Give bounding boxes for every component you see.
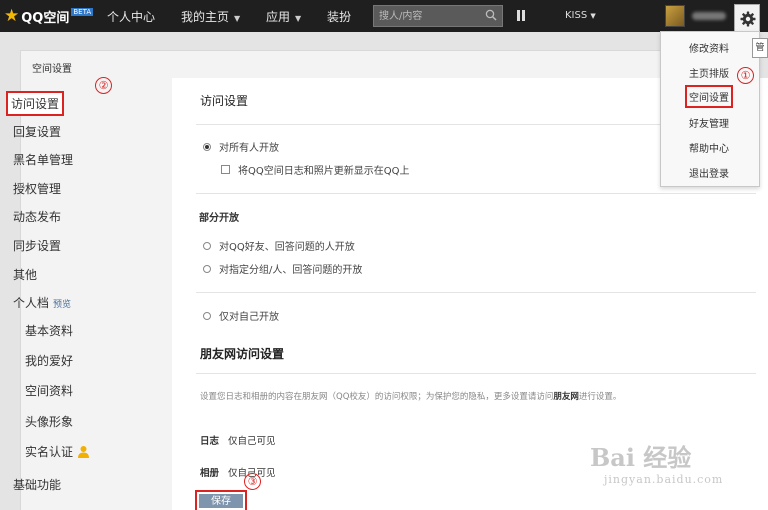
- realname-label: 实名认证: [25, 445, 74, 459]
- sidebar-item-blacklist[interactable]: 黑名单管理: [13, 151, 73, 168]
- log-visibility: 日志 仅自己可见: [200, 433, 276, 447]
- pause-icon[interactable]: [517, 10, 525, 21]
- settings-dropdown-menu: 修改资料 主页排版 空间设置 好友管理 帮助中心 退出登录: [660, 31, 760, 187]
- radio-self-only-label: 仅对自己开放: [219, 312, 279, 323]
- checkbox-icon: [221, 165, 230, 174]
- breadcrumb: 空间设置: [32, 64, 72, 75]
- sidebar-item-realname[interactable]: 实名认证: [25, 443, 90, 460]
- friend-network-title: 朋友网访问设置: [200, 347, 285, 361]
- logo-text: QQ空间: [21, 10, 70, 26]
- nav-my-homepage[interactable]: 我的主页 ▼: [181, 8, 240, 25]
- radio-self-only[interactable]: 仅对自己开放: [203, 308, 279, 323]
- music-player-label[interactable]: KISS ▼: [565, 10, 596, 21]
- profile-preview-link[interactable]: 预览: [53, 300, 71, 310]
- radio-icon: [203, 311, 211, 320]
- radio-open-groups[interactable]: 对指定分组/人、回答问题的开放: [203, 261, 362, 276]
- step-marker-1: ①: [737, 67, 754, 84]
- sync-qq-checkbox-label: 将QQ空间日志和照片更新显示在QQ上: [238, 166, 410, 177]
- avatar[interactable]: [665, 5, 685, 27]
- kiss-label: KISS: [565, 10, 588, 21]
- blurred-username[interactable]: [692, 12, 726, 20]
- log-label: 日志: [200, 436, 220, 447]
- friend-network-description: 设置您日志和相册的内容在朋友网（QQ校友）的访问权限；为保护您的隐私，更多设置请…: [200, 390, 621, 402]
- sidebar-item-avatar-image[interactable]: 头像形象: [25, 413, 73, 430]
- menu-item-help-center[interactable]: 帮助中心: [689, 140, 729, 155]
- menu-item-friend-management[interactable]: 好友管理: [689, 115, 729, 130]
- step-marker-2: ②: [95, 77, 112, 94]
- search-box: [373, 5, 503, 27]
- nav-personal-center[interactable]: 个人中心: [107, 8, 155, 25]
- description-suffix: 进行设置。: [578, 392, 622, 402]
- manage-tab[interactable]: 管: [752, 38, 768, 58]
- sidebar-item-other[interactable]: 其他: [13, 266, 37, 283]
- log-value[interactable]: 仅自己可见: [228, 436, 276, 447]
- save-button-label: 保存: [199, 494, 243, 508]
- step-marker-3: ③: [244, 473, 261, 490]
- album-visibility: 相册 仅自己可见: [200, 465, 276, 479]
- nav-apps[interactable]: 应用 ▼: [266, 8, 301, 25]
- radio-icon: [203, 264, 211, 273]
- beta-badge: BETA: [71, 8, 94, 16]
- description-text: 设置您日志和相册的内容在朋友网（QQ校友）的访问权限；为保护您的隐私，更多设置请…: [200, 392, 554, 402]
- chevron-down-icon: ▼: [234, 14, 241, 23]
- verified-user-icon: [78, 446, 90, 458]
- save-button[interactable]: 保存: [195, 490, 247, 510]
- friend-network-link[interactable]: 朋友网: [553, 392, 579, 402]
- sidebar-item-reply-settings[interactable]: 回复设置: [13, 123, 61, 140]
- top-navigation-bar: ★ QQ空间 BETA 个人中心 我的主页 ▼ 应用 ▼ 装扮 KISS ▼: [0, 0, 768, 32]
- star-logo-icon: ★: [4, 6, 20, 26]
- radio-open-friends-label: 对QQ好友、回答问题的人开放: [219, 242, 355, 253]
- sidebar-item-basic-info[interactable]: 基本资料: [25, 322, 73, 339]
- sidebar-item-profile: 个人档 预览: [13, 294, 71, 311]
- nav-apps-label: 应用: [266, 10, 291, 24]
- radio-checked-icon: [203, 142, 211, 151]
- radio-icon: [203, 241, 211, 250]
- page-title: 访问设置: [200, 94, 249, 108]
- radio-open-all[interactable]: 对所有人开放: [203, 139, 279, 154]
- sidebar-item-feed-publish[interactable]: 动态发布: [13, 208, 61, 225]
- partial-open-heading: 部分开放: [199, 213, 239, 224]
- sidebar-item-access-settings[interactable]: 访问设置: [6, 91, 65, 116]
- sidebar-item-space-info[interactable]: 空间资料: [25, 382, 73, 399]
- menu-item-edit-profile[interactable]: 修改资料: [689, 40, 729, 55]
- sidebar-item-basic-functions[interactable]: 基础功能: [13, 476, 61, 493]
- divider: [196, 373, 756, 374]
- radio-open-groups-label: 对指定分组/人、回答问题的开放: [219, 265, 363, 276]
- gear-icon: [740, 11, 756, 27]
- menu-item-logout[interactable]: 退出登录: [689, 165, 729, 180]
- search-input[interactable]: [374, 6, 480, 26]
- chevron-down-icon: ▼: [295, 14, 302, 23]
- qzone-logo[interactable]: ★ QQ空间 BETA: [4, 6, 94, 26]
- search-icon[interactable]: [485, 9, 497, 21]
- nav-decorate[interactable]: 装扮: [327, 8, 351, 25]
- profile-label: 个人档: [13, 296, 50, 310]
- menu-item-homepage-layout[interactable]: 主页排版: [689, 65, 729, 80]
- baidu-jingyan-watermark: Bai 经验 jingyan.baidu.com: [590, 438, 723, 486]
- sync-qq-checkbox[interactable]: 将QQ空间日志和照片更新显示在QQ上: [221, 162, 409, 177]
- divider: [196, 292, 756, 293]
- radio-open-friends[interactable]: 对QQ好友、回答问题的人开放: [203, 238, 355, 253]
- radio-open-all-label: 对所有人开放: [219, 143, 279, 154]
- settings-button[interactable]: [734, 4, 760, 32]
- watermark-url: jingyan.baidu.com: [604, 473, 724, 486]
- nav-my-homepage-label: 我的主页: [181, 10, 230, 24]
- sidebar-item-hobbies[interactable]: 我的爱好: [25, 352, 73, 369]
- menu-item-space-settings[interactable]: 空间设置: [685, 85, 733, 108]
- divider: [196, 193, 756, 194]
- album-label: 相册: [200, 468, 220, 479]
- sidebar-item-authorization[interactable]: 授权管理: [13, 180, 61, 197]
- sidebar-item-sync-settings[interactable]: 同步设置: [13, 237, 61, 254]
- chevron-down-icon: ▼: [590, 12, 596, 20]
- watermark-brand: Bai 经验: [590, 443, 692, 472]
